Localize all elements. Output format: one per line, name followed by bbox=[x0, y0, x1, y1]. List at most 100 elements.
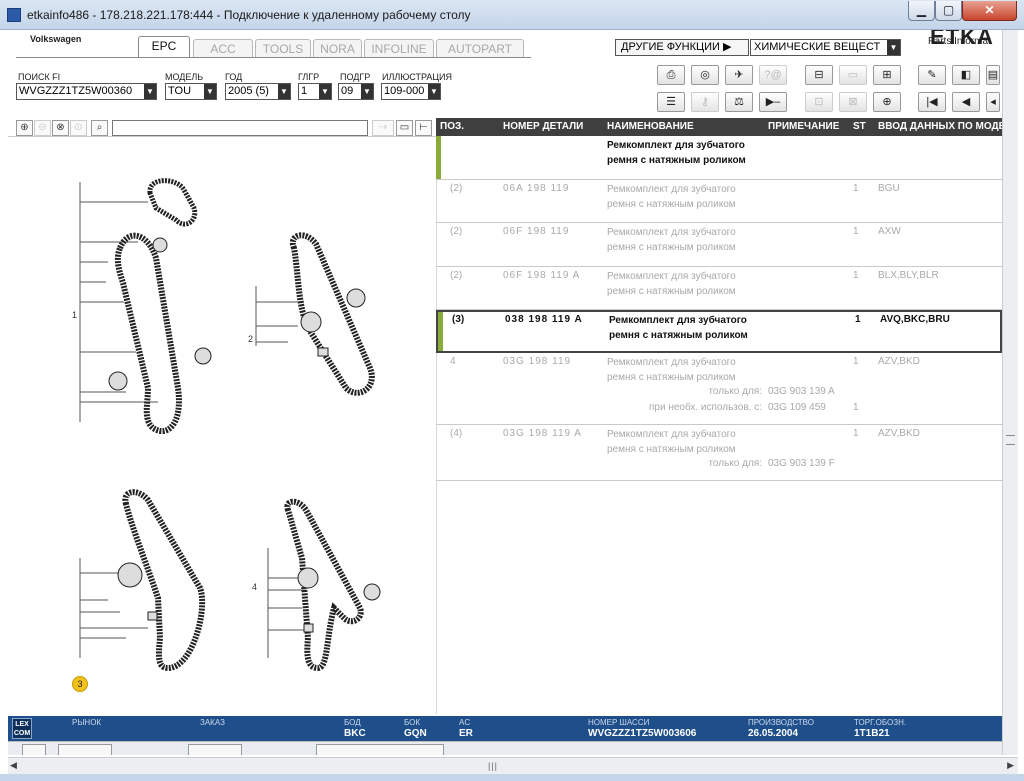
notes-button[interactable]: ◧ bbox=[952, 65, 980, 85]
stamp-icon-button[interactable]: ◎ bbox=[691, 65, 719, 85]
cart-button[interactable]: ⊕ bbox=[873, 92, 901, 112]
window-titlebar[interactable]: etkainfo486 - 178.218.221.178:444 - Подк… bbox=[0, 0, 1024, 30]
tab-autopart[interactable]: AUTOPART bbox=[436, 39, 524, 58]
chevron-down-icon[interactable]: ▼ bbox=[144, 84, 156, 99]
zoom-fit-icon[interactable]: ⊗ bbox=[52, 120, 69, 136]
task-item[interactable] bbox=[188, 744, 242, 755]
layout-icon[interactable]: ▭ bbox=[396, 120, 413, 136]
tab-tools[interactable]: TOOLS bbox=[255, 39, 311, 58]
chevron-down-icon[interactable]: ▼ bbox=[361, 84, 373, 99]
callout-4[interactable]: 4 bbox=[252, 582, 257, 592]
chevron-down-icon[interactable]: ▼ bbox=[204, 84, 216, 99]
group-title-row[interactable]: Ремкомплект для зубчатого ремня с натяжн… bbox=[436, 136, 1002, 180]
chevron-down-icon[interactable]: ▼ bbox=[319, 84, 331, 99]
main-group-label: ГЛГР bbox=[298, 72, 320, 82]
print-button[interactable]: ⎙ bbox=[657, 65, 685, 85]
parts-list-button[interactable]: ☰ bbox=[657, 92, 685, 112]
elsa-button[interactable]: ⊟ bbox=[805, 65, 833, 85]
col-name[interactable]: НАИМЕНОВАНИЕ bbox=[607, 121, 694, 132]
tab-acc[interactable]: ACC bbox=[193, 39, 253, 58]
list-button[interactable]: ▤ bbox=[986, 65, 1000, 85]
maximize-button[interactable]: ▢ bbox=[935, 1, 962, 21]
task-item[interactable] bbox=[58, 744, 112, 755]
scroll-left-icon[interactable]: ◀ bbox=[10, 760, 17, 771]
tab-infoline[interactable]: INFOLINE bbox=[364, 39, 434, 58]
key-button[interactable]: ⚷ bbox=[691, 92, 719, 112]
fi-search-field[interactable]: WVGZZZ1TZ5W00360 ▼ bbox=[16, 83, 157, 100]
col-st[interactable]: ST bbox=[853, 121, 866, 132]
previous-page-button[interactable]: ◀ bbox=[952, 92, 980, 112]
chevron-down-icon[interactable]: ▼ bbox=[278, 84, 290, 99]
transfer-button[interactable]: ⊠ bbox=[839, 92, 867, 112]
year-select[interactable]: 2005 (5) ▼ bbox=[225, 83, 291, 100]
illustration-search-input[interactable] bbox=[112, 120, 368, 136]
close-button[interactable]: ✕ bbox=[962, 1, 1017, 21]
illustration-select[interactable]: 109-000 ▼ bbox=[381, 83, 441, 100]
split-view-icon[interactable]: ⊢ bbox=[415, 120, 432, 136]
zoom-out-icon[interactable]: ⊖ bbox=[34, 120, 51, 136]
callout-1[interactable]: 1 bbox=[72, 310, 77, 320]
row-model-entry: AZV,BKD bbox=[878, 356, 920, 367]
scrollbar-grip-icon[interactable] bbox=[1006, 435, 1015, 445]
parts-illustration[interactable]: 1 2 4 3 bbox=[8, 138, 436, 714]
table-row-selected[interactable]: (3) 038 198 119 A Ремкомплект для зубчат… bbox=[436, 310, 1002, 353]
search-disabled-button[interactable]: ?@ bbox=[759, 65, 787, 85]
vehicle-status-bar: LEX COM РЫНОК ЗАКАЗ БОД BKC БОК GQN AC E… bbox=[8, 716, 1002, 741]
compare-button[interactable]: ⊡ bbox=[805, 92, 833, 112]
brand-label: Volkswagen bbox=[30, 34, 82, 44]
task-item[interactable] bbox=[316, 744, 444, 755]
chevron-down-icon[interactable]: ▼ bbox=[887, 40, 900, 55]
table-row[interactable]: (2) 06F 198 119 Ремкомплект для зубчатог… bbox=[436, 223, 1002, 267]
callout-2[interactable]: 2 bbox=[248, 334, 253, 344]
search-icon[interactable]: ⌕ bbox=[91, 120, 108, 136]
row-model-entry: BGU bbox=[878, 183, 900, 194]
lexcom-logo: LEX COM bbox=[12, 718, 32, 739]
year-label: ГОД bbox=[225, 72, 243, 82]
back-button[interactable]: ◂ bbox=[986, 92, 1000, 112]
trade-label: ТОРГ.ОБОЗН. bbox=[854, 718, 907, 727]
model-select[interactable]: TOU ▼ bbox=[165, 83, 217, 100]
pin-button[interactable]: ✎ bbox=[918, 65, 946, 85]
horizontal-scrollbar[interactable]: ◀ ||| ▶ bbox=[8, 757, 1018, 774]
cart-add-button[interactable]: ⊞ bbox=[873, 65, 901, 85]
task-item[interactable] bbox=[22, 744, 46, 755]
chemicals-select-value: ХИМИЧЕСКИЕ ВЕЩЕСТ bbox=[754, 41, 881, 53]
export-icon[interactable]: ⇢ bbox=[372, 120, 394, 136]
bok-value: GQN bbox=[404, 728, 427, 739]
sub-group-select[interactable]: 09 ▼ bbox=[338, 83, 374, 100]
zoom-area-icon[interactable]: ⊙ bbox=[70, 120, 87, 136]
vehicle-button[interactable]: ⚖ bbox=[725, 92, 753, 112]
row-st: 1 bbox=[853, 270, 859, 281]
tab-nora[interactable]: NORA bbox=[313, 39, 362, 58]
depot-button[interactable]: ▭ bbox=[839, 65, 867, 85]
expand-button[interactable]: ▶– bbox=[759, 92, 787, 112]
table-row[interactable]: (2) 06A 198 119 Ремкомплект для зубчатог… bbox=[436, 180, 1002, 223]
col-pos[interactable]: ПОЗ. bbox=[440, 121, 464, 132]
window-frame-bottom bbox=[0, 774, 1024, 781]
chemicals-select[interactable]: ХИМИЧЕСКИЕ ВЕЩЕСТ ▼ bbox=[750, 39, 901, 56]
col-model-entry[interactable]: ВВОД ДАННЫХ ПО МОДЕЛИ bbox=[878, 121, 1002, 132]
row-st: 1 bbox=[853, 226, 859, 237]
chevron-down-icon[interactable]: ▼ bbox=[428, 84, 440, 99]
minimize-button[interactable]: ▁ bbox=[908, 1, 935, 21]
scroll-right-icon[interactable]: ▶ bbox=[1007, 760, 1014, 771]
first-page-button[interactable]: |◀ bbox=[918, 92, 946, 112]
table-row[interactable]: 4 03G 198 119 Ремкомплект для зубчатого … bbox=[436, 353, 1002, 425]
other-functions-menu[interactable]: ДРУГИЕ ФУНКЦИИ ▶ bbox=[615, 39, 749, 56]
row-pos: (4) bbox=[450, 428, 463, 439]
chassis-value: WVGZZZ1TZ5W003606 bbox=[588, 728, 697, 739]
main-group-select[interactable]: 1 ▼ bbox=[298, 83, 332, 100]
vertical-scrollbar[interactable] bbox=[1002, 30, 1018, 755]
table-row[interactable]: (2) 06F 198 119 A Ремкомплект для зубчат… bbox=[436, 267, 1002, 310]
table-row[interactable]: (4) 03G 198 119 A Ремкомплект для зубчат… bbox=[436, 425, 1002, 481]
col-note[interactable]: ПРИМЕЧАНИЕ bbox=[768, 121, 839, 132]
car-service-button[interactable]: ✈ bbox=[725, 65, 753, 85]
tab-epc[interactable]: EPC bbox=[138, 36, 190, 58]
zoom-in-icon[interactable]: ⊕ bbox=[16, 120, 33, 136]
ac-value: ER bbox=[459, 728, 473, 739]
fi-search-label: ПОИСК FI bbox=[18, 72, 61, 82]
col-part-number[interactable]: НОМЕР ДЕТАЛИ bbox=[503, 121, 583, 132]
row-extra-st: 1 bbox=[853, 402, 859, 413]
scrollbar-grip-icon[interactable]: ||| bbox=[488, 761, 498, 771]
callout-3-selected-marker[interactable]: 3 bbox=[72, 676, 88, 692]
